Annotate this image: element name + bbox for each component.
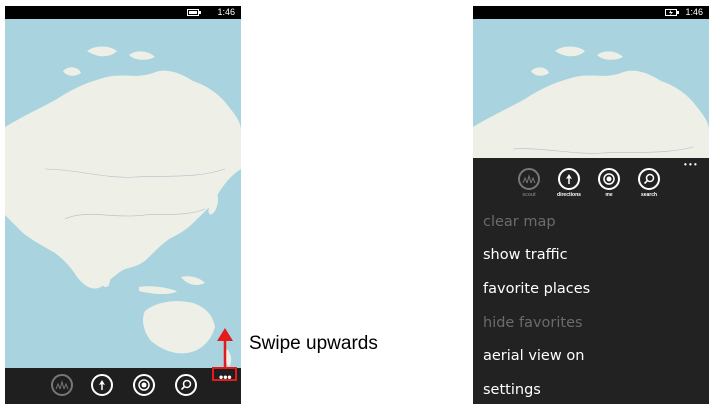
directions-button[interactable] bbox=[91, 374, 113, 396]
phone-screen-right: 1:46 scout directions me search • • • cl… bbox=[473, 6, 709, 404]
scout-button[interactable] bbox=[51, 374, 73, 396]
directions-label: directions bbox=[557, 192, 581, 198]
scout-label: scout bbox=[522, 192, 536, 198]
me-button[interactable] bbox=[598, 168, 620, 190]
highlight-box bbox=[212, 367, 237, 381]
menu-item-settings[interactable]: settings bbox=[483, 382, 541, 398]
more-button[interactable]: • • • bbox=[684, 160, 697, 169]
app-bar-expanded: scout directions me search • • • clear m… bbox=[473, 158, 709, 404]
battery-charging-icon bbox=[665, 9, 679, 16]
status-time: 1:46 bbox=[217, 7, 235, 17]
map-view[interactable] bbox=[473, 19, 709, 171]
me-button[interactable] bbox=[133, 374, 155, 396]
arrow-up-icon bbox=[217, 328, 233, 367]
menu-item-aerial-view[interactable]: aerial view on bbox=[483, 348, 584, 364]
swipe-instruction: Swipe upwards bbox=[249, 333, 378, 354]
phone-screen-left: 1:46 ••• bbox=[5, 6, 241, 404]
menu-item-hide-favorites[interactable]: hide favorites bbox=[483, 315, 583, 331]
me-icon bbox=[603, 173, 615, 185]
directions-icon bbox=[99, 380, 105, 390]
status-bar: 1:46 bbox=[5, 6, 241, 19]
menu-item-show-traffic[interactable]: show traffic bbox=[483, 247, 568, 263]
app-bar: ••• bbox=[5, 368, 241, 404]
status-bar: 1:46 bbox=[473, 6, 709, 19]
search-button[interactable] bbox=[175, 374, 197, 396]
status-time: 1:46 bbox=[685, 7, 703, 17]
directions-button[interactable] bbox=[558, 168, 580, 190]
menu-item-favorite-places[interactable]: favorite places bbox=[483, 281, 590, 297]
me-icon bbox=[138, 379, 150, 391]
scout-button[interactable] bbox=[518, 168, 540, 190]
map-view[interactable] bbox=[5, 19, 241, 368]
search-icon bbox=[180, 379, 192, 391]
search-label: search bbox=[640, 192, 658, 198]
search-button[interactable] bbox=[638, 168, 660, 190]
directions-icon bbox=[566, 174, 572, 184]
menu-item-clear-map[interactable]: clear map bbox=[483, 214, 556, 230]
search-icon bbox=[643, 173, 655, 185]
me-label: me bbox=[605, 192, 613, 198]
battery-icon bbox=[187, 9, 201, 16]
scout-icon bbox=[55, 380, 69, 390]
scout-icon bbox=[522, 174, 536, 184]
